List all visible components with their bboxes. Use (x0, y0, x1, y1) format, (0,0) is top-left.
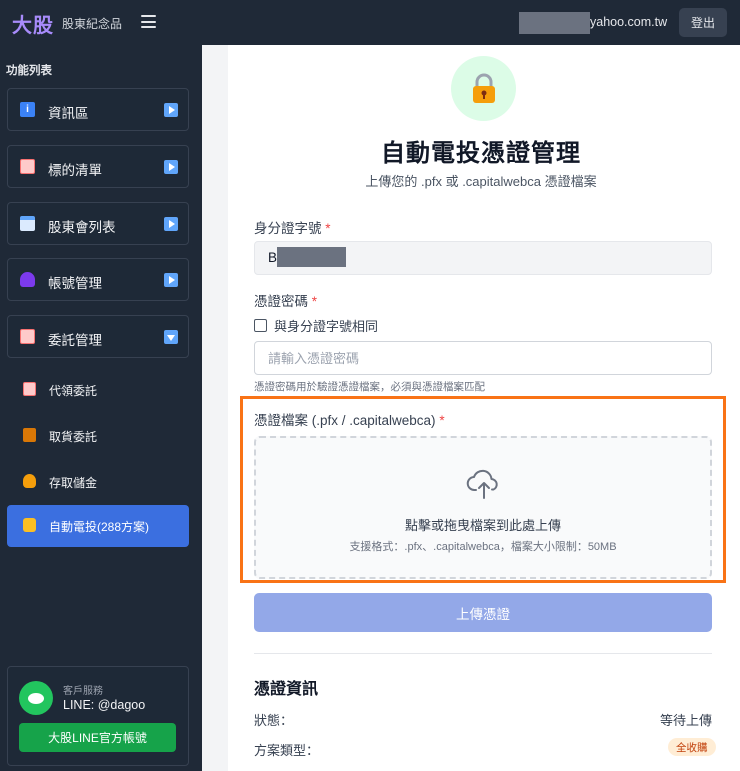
submenu-item-collect[interactable]: 代領委託 (7, 369, 189, 409)
user-email: yahoo.com.tw (590, 15, 668, 29)
expand-arrow-icon (164, 273, 178, 287)
customer-support-card: 客戶服務 LINE: @dagoo 大股LINE官方帳號 (7, 666, 189, 766)
sidebar-heading: 功能列表 (6, 65, 52, 77)
sidebar-item-label: 帳號管理 (48, 276, 102, 291)
info-icon: i (20, 102, 35, 117)
submenu-item-deposit[interactable]: 存取儲金 (7, 461, 189, 501)
sidebar-item-label: 資訊區 (48, 106, 89, 121)
password-hint: 憑證密碼用於驗證憑證檔案，必須與憑證檔案匹配 (254, 381, 485, 393)
sidebar-item-account[interactable]: 帳號管理 (7, 258, 189, 301)
support-title: 客戶服務 (63, 686, 103, 697)
sidebar-item-commission[interactable]: 委託管理 (7, 315, 189, 358)
site-subtitle: 股東紀念品 (62, 17, 123, 31)
package-icon (23, 428, 36, 442)
top-bar: 大股 股東紀念品 yahoo.com.tw 登出 (0, 0, 740, 45)
submenu-item-pickup[interactable]: 取貨委託 (7, 415, 189, 455)
submenu-item-label: 自動電投(288方案) (49, 520, 150, 534)
id-number-field: B (254, 241, 712, 275)
money-bag-icon (23, 474, 36, 488)
line-official-button[interactable]: 大股LINE官方帳號 (19, 723, 176, 752)
cloud-upload-icon (466, 469, 498, 499)
certificate-info-title: 憑證資訊 (254, 681, 319, 698)
logo[interactable]: 大股 (12, 9, 54, 38)
collapse-arrow-icon (164, 330, 178, 344)
submenu-item-auto-vote[interactable]: 自動電投(288方案) (7, 505, 189, 547)
sidebar-item-targets[interactable]: 標的清單 (7, 145, 189, 188)
dropzone-instruction: 點擊或拖曳檔案到此處上傳 (404, 518, 561, 533)
sidebar-item-info[interactable]: i 資訊區 (7, 88, 189, 131)
status-value: 等待上傳 (659, 713, 712, 728)
upload-certificate-button[interactable]: 上傳憑證 (254, 593, 712, 632)
page-title: 自動電投憑證管理 (381, 140, 581, 167)
divider (254, 653, 712, 654)
checkbox-label: 與身分證字號相同 (274, 319, 379, 334)
expand-arrow-icon (164, 160, 178, 174)
line-chat-icon (19, 681, 53, 715)
lock-icon (451, 56, 516, 121)
expand-arrow-icon (164, 103, 178, 117)
calendar-icon (20, 216, 35, 231)
dropzone-format-hint: 支援格式：.pfx、.capitalwebca，檔案大小限制：50MB (349, 541, 617, 553)
checkbox-box[interactable] (254, 319, 267, 332)
password-input[interactable] (254, 341, 712, 375)
sidebar-item-label: 標的清單 (48, 163, 102, 178)
file-dropzone[interactable]: 點擊或拖曳檔案到此處上傳 支援格式：.pfx、.capitalwebca，檔案大… (254, 436, 712, 579)
id-redaction (277, 247, 346, 267)
submenu-item-label: 取貨委託 (49, 430, 98, 444)
page-subtitle: 上傳您的 .pfx 或 .capitalwebca 憑證檔案 (365, 174, 597, 189)
support-line-id: LINE: @dagoo (63, 698, 146, 712)
submenu-item-label: 存取儲金 (49, 476, 98, 490)
sidebar-item-meetings[interactable]: 股東會列表 (7, 202, 189, 245)
sidebar-item-label: 委託管理 (48, 333, 102, 348)
logout-button[interactable]: 登出 (679, 8, 727, 37)
plan-type-badge: 全收購 (668, 738, 716, 756)
expand-arrow-icon (164, 217, 178, 231)
id-field-label: 身分證字號 * (254, 221, 331, 236)
sidebar-item-label: 股東會列表 (48, 220, 116, 235)
clipboard-icon (23, 382, 36, 396)
plan-type-key: 方案類型： (254, 743, 320, 758)
same-as-id-checkbox[interactable]: 與身分證字號相同 (254, 316, 378, 335)
status-key: 狀態： (254, 713, 294, 728)
lock-icon (23, 518, 36, 532)
password-field-label: 憑證密碼 * (254, 294, 318, 309)
clipboard-icon (20, 329, 35, 344)
file-field-label: 憑證檔案 (.pfx / .capitalwebca) * (254, 413, 445, 428)
sidebar: 功能列表 i 資訊區 標的清單 股東會列表 帳號管理 委託管理 代領委託 取貨委… (0, 45, 202, 771)
submenu-item-label: 代領委託 (49, 384, 98, 398)
clipboard-icon (20, 159, 35, 174)
hamburger-menu-icon[interactable] (141, 15, 156, 28)
id-number-value: B (268, 250, 278, 265)
email-redaction (519, 12, 590, 34)
user-icon (20, 272, 35, 287)
